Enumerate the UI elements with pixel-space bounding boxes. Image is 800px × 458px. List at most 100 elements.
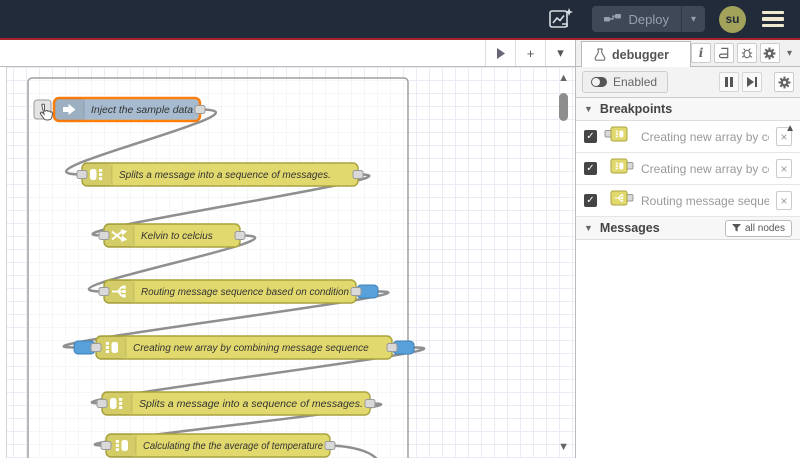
split-icon xyxy=(110,398,123,409)
flow-node[interactable]: Splits a message into a sequence of mess… xyxy=(81,162,359,187)
breakpoints-scroll-up[interactable]: ▲ xyxy=(785,124,795,134)
pause-icon xyxy=(725,77,733,87)
export-chart-button[interactable] xyxy=(544,6,578,32)
tab-debugger-label: debugger xyxy=(612,47,669,62)
breakpoints-section-header[interactable]: ▼ Breakpoints xyxy=(576,98,800,121)
node-mini-icon xyxy=(604,157,634,180)
breakpoint-label: Creating new array by combining message … xyxy=(641,129,769,144)
breakpoint-label: Routing message sequence based on condit… xyxy=(641,193,769,208)
sidebar-tab-menu[interactable]: ▾ xyxy=(783,48,796,59)
step-icon xyxy=(746,77,758,87)
play-icon xyxy=(497,47,505,59)
add-flow-button[interactable]: + xyxy=(515,40,545,66)
breakpoint-label: Creating new array by combining message … xyxy=(641,161,769,176)
flow-canvas[interactable]: Inject the sample data Splits a message i… xyxy=(0,67,575,458)
breakpoint-row[interactable]: ✓ Routing message sequence based on condi… xyxy=(576,185,800,217)
info-sidebar-button[interactable]: i xyxy=(690,43,711,63)
output-port[interactable] xyxy=(324,441,336,450)
workspace: + ▾ Inject the sample data Splits a messa… xyxy=(0,40,575,458)
deploy-label: Deploy xyxy=(628,11,669,27)
node-label: Splits a message into a sequence of mess… xyxy=(139,399,363,410)
pause-button[interactable] xyxy=(719,72,739,92)
help-sidebar-button[interactable] xyxy=(713,43,734,63)
messages-empty-area xyxy=(576,240,800,458)
toggle-icon xyxy=(591,77,607,87)
join-icon xyxy=(115,440,128,451)
tab-debugger[interactable]: debugger xyxy=(581,41,691,67)
messages-section-header[interactable]: ▼ Messages all nodes xyxy=(576,217,800,240)
remove-breakpoint-button[interactable]: × xyxy=(776,159,792,178)
bug-icon xyxy=(741,48,753,59)
flow-node[interactable]: Kelvin to celcius xyxy=(103,223,241,248)
input-port[interactable] xyxy=(100,441,112,450)
sidebar-tabs: debugger i ▾ xyxy=(576,40,800,67)
breakpoint-row[interactable]: ✓ Creating new array by combining message… xyxy=(576,153,800,185)
split-icon xyxy=(90,169,103,180)
flow-node[interactable]: Calculating the the average of temperatu… xyxy=(105,433,331,458)
breakpoints-list: ▲ ✓ Creating new array by combining messa… xyxy=(576,121,800,217)
chart-sparkle-icon xyxy=(548,8,573,28)
node-label: Creating new array by combining message … xyxy=(133,343,369,354)
breakpoint-checkbox[interactable]: ✓ xyxy=(584,162,597,175)
sidebar: debugger i ▾ Enabled ▼ Breakpoints ▲ ✓ C… xyxy=(575,40,800,458)
menu-icon xyxy=(762,10,784,15)
debugger-enabled-toggle[interactable]: Enabled xyxy=(582,71,669,93)
enabled-label: Enabled xyxy=(613,75,658,89)
breakpoint-row[interactable]: ✓ Creating new array by combining message… xyxy=(576,121,800,153)
debug-sidebar-button[interactable] xyxy=(736,43,757,63)
filter-all-nodes-button[interactable]: all nodes xyxy=(724,219,792,237)
messages-label: Messages xyxy=(599,221,660,235)
remove-breakpoint-button[interactable]: × xyxy=(776,191,792,210)
run-flows-button[interactable] xyxy=(485,40,515,66)
switch-node-icon xyxy=(610,190,634,206)
join-node-icon xyxy=(610,158,634,174)
canvas-scroll-up[interactable]: ▲ xyxy=(558,73,569,84)
input-port[interactable] xyxy=(98,231,110,240)
join-node-icon xyxy=(604,126,628,142)
step-button[interactable] xyxy=(742,72,762,92)
output-port[interactable] xyxy=(234,231,246,240)
flow-node[interactable]: Creating new array by combining message … xyxy=(95,335,393,360)
funnel-icon xyxy=(731,224,741,232)
join-icon xyxy=(105,342,118,353)
flask-icon xyxy=(594,48,606,61)
breakpoint-checkbox[interactable]: ✓ xyxy=(584,130,597,143)
canvas-scroll-thumb[interactable] xyxy=(559,93,568,121)
node-label: Calculating the the average of temperatu… xyxy=(143,441,323,452)
canvas-scroll-down[interactable]: ▼ xyxy=(558,442,569,453)
input-port[interactable] xyxy=(90,343,102,352)
debugger-settings-button[interactable] xyxy=(774,72,794,92)
gear-icon xyxy=(764,47,776,59)
header: Deploy ▾ su xyxy=(0,0,800,40)
output-port[interactable] xyxy=(350,287,362,296)
node-label: Kelvin to celcius xyxy=(141,231,213,242)
input-port[interactable] xyxy=(96,399,108,408)
breakpoint-checkbox[interactable]: ✓ xyxy=(584,194,597,207)
filter-label: all nodes xyxy=(744,222,785,234)
input-port[interactable] xyxy=(98,287,110,296)
book-icon xyxy=(718,47,729,59)
flow-list-button[interactable]: ▾ xyxy=(545,40,575,66)
settings-sidebar-button[interactable] xyxy=(759,43,780,63)
output-port[interactable] xyxy=(386,343,398,352)
deploy-button[interactable]: Deploy ▾ xyxy=(591,6,705,32)
deploy-dropdown[interactable]: ▾ xyxy=(680,6,705,32)
node-label: Inject the sample data xyxy=(91,105,193,116)
breakpoints-label: Breakpoints xyxy=(599,102,673,116)
main-menu-button[interactable] xyxy=(760,7,786,32)
debugger-toolbar: Enabled xyxy=(576,67,800,98)
info-icon: i xyxy=(698,46,704,60)
node-label: Routing message sequence based on condit… xyxy=(141,287,349,298)
output-port[interactable] xyxy=(194,105,206,114)
node-label: Splits a message into a sequence of mess… xyxy=(119,170,331,181)
flow-node[interactable]: Routing message sequence based on condit… xyxy=(103,279,357,304)
flow-node[interactable]: Splits a message into a sequence of mess… xyxy=(101,391,371,416)
deploy-icon xyxy=(603,14,621,22)
gear-icon xyxy=(778,76,790,88)
flow-node[interactable]: Inject the sample data xyxy=(52,96,202,123)
user-avatar[interactable]: su xyxy=(719,5,746,33)
output-port[interactable] xyxy=(364,399,376,408)
output-port[interactable] xyxy=(352,170,364,179)
input-port[interactable] xyxy=(76,170,88,179)
node-mini-icon xyxy=(604,189,634,212)
